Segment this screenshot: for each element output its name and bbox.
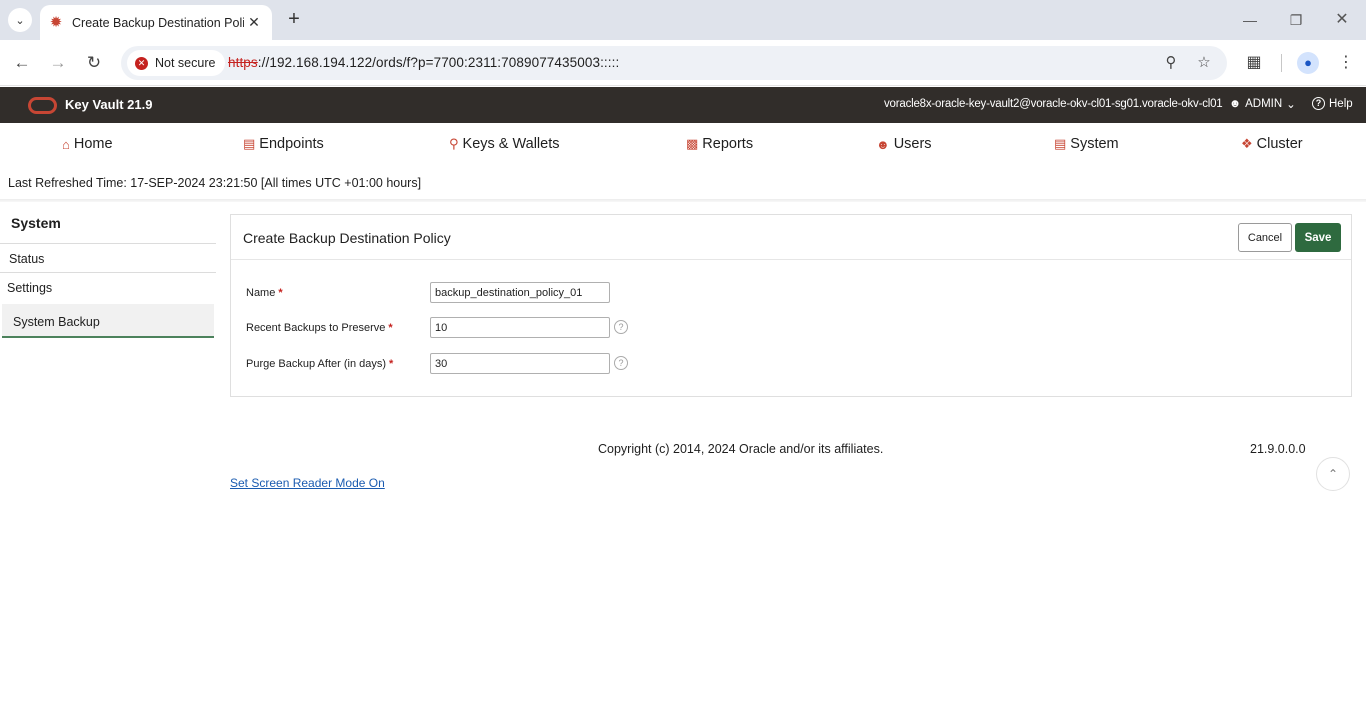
nav-label: Users xyxy=(893,136,932,152)
purge-field-label: Purge Backup After (in days) * xyxy=(246,358,393,370)
user-menu[interactable]: ☻ ADMIN ⌄ xyxy=(1229,97,1296,111)
help-icon: ? xyxy=(1312,97,1325,110)
nav-item-system[interactable]: ▤ System xyxy=(1054,136,1119,152)
browser-toolbar: ← → ↻ ✕ Not secure https://192.168.194.1… xyxy=(0,40,1366,86)
required-marker: * xyxy=(388,322,393,334)
profile-avatar-icon[interactable]: ● xyxy=(1297,52,1319,74)
region-title: Create Backup Destination Policy xyxy=(243,230,451,246)
cluster-icon: ❖ xyxy=(1241,136,1253,151)
nav-item-users[interactable]: ☻ Users xyxy=(876,136,932,152)
nav-item-home[interactable]: ⌂ Home xyxy=(62,136,113,152)
user-label: ADMIN xyxy=(1245,98,1283,110)
name-field-label: Name * xyxy=(246,287,283,299)
nav-label: System xyxy=(1070,136,1119,152)
tab-search-chevron-icon[interactable]: ⌄ xyxy=(8,8,32,32)
not-secure-label: Not secure xyxy=(155,56,216,70)
tab-close-icon[interactable]: ✕ xyxy=(246,14,262,31)
app-header: Key Vault 21.9 voracle8x-oracle-key-vaul… xyxy=(0,87,1366,123)
sidebar-item-system-backup[interactable]: System Backup xyxy=(2,304,214,338)
url-scheme: https xyxy=(228,55,258,70)
zoom-icon[interactable]: ⚲ xyxy=(1161,53,1181,73)
address-bar[interactable]: ✕ Not secure https://192.168.194.122/ord… xyxy=(121,46,1227,80)
new-tab-icon[interactable]: + xyxy=(282,8,306,32)
sidebar-divider xyxy=(0,272,216,273)
user-icon: ☻ xyxy=(1229,98,1242,110)
oracle-logo-icon[interactable] xyxy=(28,97,57,114)
help-question-icon[interactable]: ? xyxy=(614,356,628,370)
bookmark-star-icon[interactable]: ☆ xyxy=(1194,53,1214,73)
last-refreshed-text: Last Refreshed Time: 17-SEP-2024 23:21:5… xyxy=(8,176,422,190)
help-link[interactable]: ? Help xyxy=(1312,97,1353,110)
screen-reader-mode-link[interactable]: Set Screen Reader Mode On xyxy=(230,476,385,490)
help-question-icon[interactable]: ? xyxy=(614,320,628,334)
header-divider xyxy=(0,199,1366,202)
oracle-favicon-icon: ✹ xyxy=(49,13,63,31)
minimize-icon[interactable]: — xyxy=(1238,8,1262,32)
help-label: Help xyxy=(1329,97,1353,110)
window-close-icon[interactable]: ✕ xyxy=(1330,8,1354,32)
not-secure-chip[interactable]: ✕ Not secure xyxy=(127,50,226,76)
sidebar-item-settings[interactable]: Settings xyxy=(0,281,216,295)
preserve-field-label: Recent Backups to Preserve * xyxy=(246,322,393,334)
purge-days-input[interactable] xyxy=(430,353,610,374)
nav-item-endpoints[interactable]: ▤ Endpoints xyxy=(243,136,324,152)
sidebar-item-status[interactable]: Status xyxy=(0,252,216,266)
home-icon: ⌂ xyxy=(62,136,70,152)
name-input[interactable] xyxy=(430,282,610,303)
nav-label: Keys & Wallets xyxy=(462,136,560,152)
name-label-text: Name xyxy=(246,287,276,299)
nav-label: Reports xyxy=(702,136,754,152)
key-icon: ⚲ xyxy=(449,136,459,151)
required-marker: * xyxy=(389,358,394,370)
restore-icon[interactable]: ❐ xyxy=(1284,8,1308,32)
region-header: Create Backup Destination Policy Cancel … xyxy=(231,215,1351,260)
create-policy-region: Create Backup Destination Policy Cancel … xyxy=(230,214,1352,397)
back-arrow-icon[interactable]: ← xyxy=(10,51,34,75)
recent-backups-input[interactable] xyxy=(430,317,610,338)
tab-title: Create Backup Destination Policy xyxy=(72,15,244,30)
hostname-label: voracle8x-oracle-key-vault2@voracle-okv-… xyxy=(884,98,1223,110)
nav-label: Endpoints xyxy=(259,136,324,152)
nav-label: Home xyxy=(73,136,113,152)
scroll-to-top-chevron-icon[interactable]: ⌃ xyxy=(1316,457,1350,491)
system-icon: ▤ xyxy=(1054,136,1067,151)
browser-tab-bar: ⌄ ✹ Create Backup Destination Policy ✕ +… xyxy=(0,0,1366,40)
users-icon: ☻ xyxy=(876,136,890,152)
warning-icon: ✕ xyxy=(135,56,148,70)
main-nav: ⌂ Home ▤ Endpoints ⚲ Keys & Wallets ▩ Re… xyxy=(0,123,1366,167)
monitor-icon: ▤ xyxy=(243,136,256,151)
preserve-label-text: Recent Backups to Preserve xyxy=(246,322,386,334)
nav-item-keys-wallets[interactable]: ⚲ Keys & Wallets xyxy=(449,136,560,152)
forward-arrow-icon[interactable]: → xyxy=(46,51,70,75)
nav-item-cluster[interactable]: ❖ Cluster xyxy=(1241,136,1303,152)
version-text: 21.9.0.0.0 xyxy=(1250,442,1306,456)
extensions-icon[interactable]: ▦ xyxy=(1242,51,1266,75)
url-text[interactable]: https://192.168.194.122/ords/f?p=7700:23… xyxy=(228,55,619,70)
toolbar-divider xyxy=(1281,54,1282,72)
chevron-down-icon: ⌄ xyxy=(1286,99,1296,111)
app-title: Key Vault 21.9 xyxy=(65,97,153,112)
reload-icon[interactable]: ↻ xyxy=(82,51,106,75)
cancel-button[interactable]: Cancel xyxy=(1238,223,1292,252)
url-path: ://192.168.194.122/ords/f?p=7700:2311:70… xyxy=(257,55,620,70)
save-button[interactable]: Save xyxy=(1295,223,1341,252)
purge-label-text: Purge Backup After (in days) xyxy=(246,358,387,370)
browser-menu-icon[interactable]: ⋮ xyxy=(1334,51,1358,75)
bar-chart-icon: ▩ xyxy=(686,136,699,151)
browser-tab[interactable]: ✹ Create Backup Destination Policy ✕ xyxy=(40,5,272,40)
required-marker: * xyxy=(278,287,283,299)
nav-label: Cluster xyxy=(1256,136,1303,152)
sidebar-title: System xyxy=(11,215,61,231)
nav-item-reports[interactable]: ▩ Reports xyxy=(686,136,753,152)
copyright-text: Copyright (c) 2014, 2024 Oracle and/or i… xyxy=(598,442,884,456)
sidebar-divider xyxy=(0,243,216,244)
